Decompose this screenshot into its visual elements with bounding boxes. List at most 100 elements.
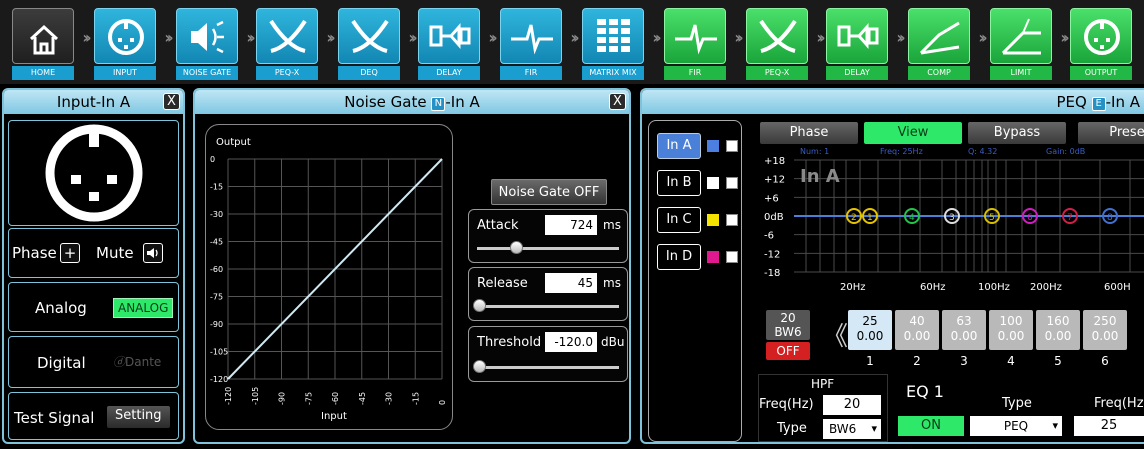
release-slider-thumb[interactable] — [473, 299, 486, 312]
toolbar-button-home[interactable]: HOME — [12, 8, 74, 80]
eq-editor: EQ 1 Type Freq(Hz ON PEQ 25 — [894, 374, 1144, 442]
channel-link-checkbox[interactable] — [726, 214, 738, 226]
toolbar-button-fir[interactable]: FIR — [664, 8, 726, 80]
toolbar-button-peq-x[interactable]: PEQ-X — [256, 8, 318, 80]
peq-y-tick-label: +18 — [764, 156, 785, 167]
eq-band-number: 6 — [1101, 354, 1109, 368]
channel-link-checkbox[interactable] — [726, 140, 738, 152]
peq-tab-phase[interactable]: Phase — [760, 122, 858, 144]
eq-on-button[interactable]: ON — [898, 416, 964, 436]
channel-button-in-d[interactable]: In D — [657, 244, 701, 270]
hpf-type-select[interactable]: BW6 — [823, 419, 881, 439]
eq-band-button[interactable]: 160 0.00 — [1036, 310, 1080, 350]
eq-title: EQ 1 — [906, 382, 944, 401]
release-value-input[interactable]: 45 — [545, 273, 597, 293]
toolbar-button-comp[interactable]: COMP — [908, 8, 970, 80]
mute-label: Mute — [96, 244, 134, 262]
threshold-slider-thumb[interactable] — [473, 360, 486, 373]
dante-label: Dante — [125, 355, 162, 369]
digital-row: Digital ⓓDante — [8, 336, 179, 388]
mute-button[interactable] — [143, 243, 163, 263]
toolbar-button-delay[interactable]: DELAY — [418, 8, 480, 80]
toolbar-label: OUTPUT — [1070, 66, 1132, 80]
channel-button-in-b[interactable]: In B — [657, 170, 701, 196]
peq-tab-view[interactable]: View — [864, 122, 962, 144]
y-tick-label: -75 — [210, 293, 223, 302]
output-jack-icon — [1070, 8, 1132, 64]
eq-band-button[interactable]: 63 0.00 — [942, 310, 986, 350]
toolbar-button-delay[interactable]: DELAY — [826, 8, 888, 80]
attack-slider-thumb[interactable] — [509, 241, 523, 254]
input-panel-close-button[interactable]: X — [163, 93, 180, 110]
graph-x-axis-label: Input — [321, 411, 347, 422]
y-tick-label: -105 — [210, 348, 228, 357]
hpf-shortcut-freq: 20 — [780, 311, 796, 325]
eq-band-freq: 25 — [862, 314, 878, 328]
attack-slider-track[interactable] — [477, 247, 619, 250]
speaker-icon — [147, 248, 158, 258]
hpf-title: HPF — [811, 377, 835, 391]
eq-band-button[interactable]: 40 0.00 — [895, 310, 939, 350]
x-tick-label: -60 — [331, 392, 340, 405]
toolbar-button-input[interactable]: INPUT — [94, 8, 156, 80]
channel-color-swatch — [707, 251, 719, 263]
channel-link-checkbox[interactable] — [726, 251, 738, 263]
hpf-freq-input[interactable]: 20 — [823, 395, 881, 415]
peq-badge: E — [1091, 97, 1106, 111]
peq-curve-plot: +18 +12 +6 0dB -6 -12 -18 Num: 1 Freq: 25Hz Q: 4.… — [764, 147, 1144, 293]
chevron-right-icon: ›› — [164, 28, 173, 47]
test-signal-setting-button[interactable]: Setting — [107, 406, 170, 428]
toolbar-button-matrix-mix[interactable]: MATRIX MIX — [582, 8, 644, 80]
peq-y-tick-label: -12 — [764, 249, 780, 260]
noise-gate-off-button[interactable]: Noise Gate OFF — [491, 179, 607, 205]
toolbar-button-limit[interactable]: LIMIT — [990, 8, 1052, 80]
peq-x-tick-label: 60Hz — [920, 282, 946, 293]
toolbar-label: FIR — [664, 66, 726, 80]
scroll-left-icon[interactable]: 《 — [822, 316, 848, 353]
eq-band-button[interactable]: 250 0.00 — [1083, 310, 1127, 350]
threshold-slider-track[interactable] — [477, 366, 619, 369]
y-tick-label: -45 — [210, 238, 223, 247]
peq-tab-bypass[interactable]: Bypass — [968, 122, 1066, 144]
x-tick-label: -45 — [358, 392, 367, 405]
release-unit: ms — [603, 276, 621, 290]
x-tick-label: -120 — [224, 387, 233, 405]
eq-band-button[interactable]: 25 0.00 — [848, 310, 892, 350]
dante-button[interactable]: ⓓDante — [113, 353, 161, 373]
hpf-shortcut-button[interactable]: 20 BW6 — [766, 310, 810, 340]
eq-band-gain: 0.00 — [997, 329, 1025, 343]
eq-band-number: 4 — [1007, 354, 1015, 368]
toolbar-label: FIR — [500, 66, 562, 80]
eq-band-node-label: 6 — [1027, 213, 1033, 223]
release-slider-track[interactable] — [477, 305, 619, 308]
toolbar-button-noise-gate[interactable]: NOISE GATE — [176, 8, 238, 80]
eq-type-select[interactable]: PEQ — [970, 416, 1062, 436]
chevron-right-icon: ›› — [652, 28, 661, 47]
noise-gate-close-button[interactable]: X — [609, 93, 626, 110]
phase-button[interactable]: + — [60, 243, 80, 263]
eq-band-node-label: 5 — [989, 213, 995, 223]
eq-band-button[interactable]: 100 0.00 — [989, 310, 1033, 350]
analog-button[interactable]: ANALOG — [113, 298, 174, 318]
toolbar-button-peq-x[interactable]: PEQ-X — [746, 8, 808, 80]
channel-link-checkbox[interactable] — [726, 177, 738, 189]
channel-button-in-a[interactable]: In A — [657, 133, 701, 159]
toolbar-button-output[interactable]: OUTPUT — [1070, 8, 1132, 80]
attack-label: Attack — [477, 218, 519, 233]
peq-tab-prese[interactable]: Prese — [1078, 122, 1144, 144]
noise-gate-title: Noise Gate — [344, 93, 427, 111]
eq-freq-input[interactable]: 25 — [1074, 416, 1144, 436]
channel-button-in-c[interactable]: In C — [657, 207, 701, 233]
threshold-value-input[interactable]: -120.0 — [545, 332, 597, 352]
input-jack-display — [8, 120, 179, 226]
dante-logo-icon: ⓓ — [113, 355, 126, 369]
x-tick-label: -75 — [304, 392, 313, 405]
attack-value-input[interactable]: 724 — [545, 215, 597, 235]
toolbar-button-deq[interactable]: DEQ — [338, 8, 400, 80]
noise-gate-badge: N — [431, 97, 446, 111]
toolbar-button-fir[interactable]: FIR — [500, 8, 562, 80]
hpf-off-button[interactable]: OFF — [766, 342, 810, 360]
delay-icon — [418, 8, 480, 64]
toolbar-label: INPUT — [94, 66, 156, 80]
toolbar-label: NOISE GATE — [176, 66, 238, 80]
